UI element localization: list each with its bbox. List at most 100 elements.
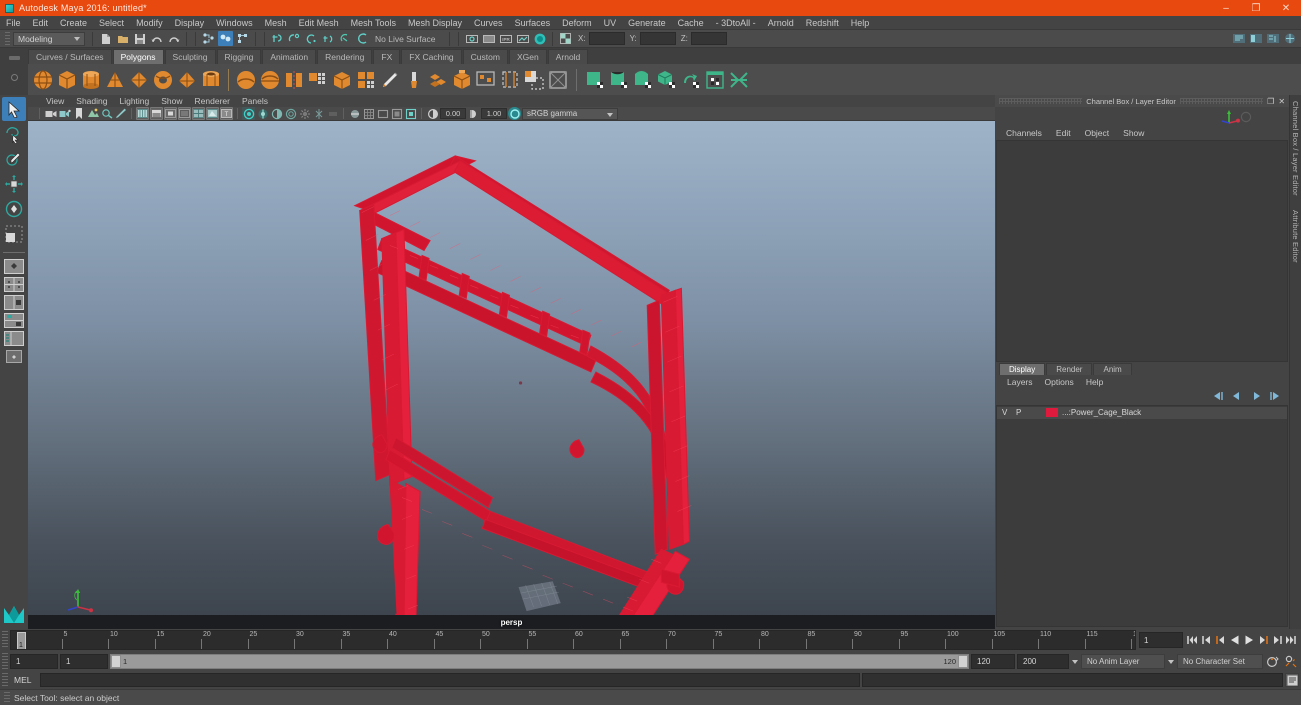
xray-joints-icon[interactable]: T bbox=[220, 107, 233, 120]
step-forward-frame-icon[interactable] bbox=[1256, 632, 1269, 648]
menu-deform[interactable]: Deform bbox=[556, 16, 598, 30]
vtab-channel-box-layer-editor[interactable]: Channel Box / Layer Editor bbox=[1291, 101, 1300, 196]
coord-x-input[interactable] bbox=[588, 32, 625, 45]
render-sequence-icon[interactable]: IPR bbox=[498, 31, 513, 46]
current-frame-field[interactable]: 1 bbox=[1139, 632, 1183, 648]
character-set-selector[interactable]: No Character Set bbox=[1177, 653, 1263, 669]
uv-unfold-icon[interactable] bbox=[680, 69, 702, 91]
two-pane-side-icon[interactable] bbox=[2, 294, 26, 311]
animation-preferences-icon[interactable] bbox=[1283, 653, 1299, 669]
snap-to-curve-icon[interactable] bbox=[287, 31, 302, 46]
tab-render[interactable]: Render bbox=[1046, 362, 1093, 375]
channel-box-menu-show[interactable]: Show bbox=[1116, 128, 1151, 138]
time-slider-grip[interactable] bbox=[2, 631, 8, 649]
snap-to-grid-icon[interactable] bbox=[270, 31, 285, 46]
display-layer-list[interactable]: V P ...:Power_Cage_Black bbox=[996, 404, 1288, 627]
undo-icon[interactable] bbox=[149, 31, 164, 46]
motion-blur-icon[interactable] bbox=[298, 107, 311, 120]
gamma-value[interactable]: 1.00 bbox=[481, 108, 507, 119]
close-icon[interactable]: ✕ bbox=[1278, 97, 1285, 106]
move-layer-up-icon[interactable] bbox=[1231, 388, 1243, 406]
depth-of-field-icon[interactable] bbox=[326, 107, 339, 120]
xray-icon[interactable] bbox=[206, 107, 219, 120]
play-backwards-icon[interactable] bbox=[1228, 632, 1241, 648]
isolate-select-icon[interactable] bbox=[348, 107, 361, 120]
channel-box-menu-edit[interactable]: Edit bbox=[1049, 128, 1078, 138]
hypergraph-layout-icon[interactable] bbox=[2, 348, 26, 365]
help-line-grip[interactable] bbox=[4, 691, 10, 704]
menu-uv[interactable]: UV bbox=[598, 16, 623, 30]
uv-editor-icon[interactable] bbox=[547, 69, 569, 91]
ipr-render-icon[interactable] bbox=[481, 31, 496, 46]
shelf-tab-arnold[interactable]: Arnold bbox=[547, 49, 589, 64]
shadows-icon[interactable] bbox=[270, 107, 283, 120]
layer-row[interactable]: V P ...:Power_Cage_Black bbox=[997, 406, 1287, 419]
go-to-end-icon[interactable] bbox=[1284, 632, 1297, 648]
two-d-pan-zoom-icon[interactable] bbox=[100, 107, 113, 120]
menu-set-selector[interactable]: Modeling bbox=[13, 31, 85, 46]
open-scene-icon[interactable] bbox=[115, 31, 130, 46]
new-scene-icon[interactable] bbox=[98, 31, 113, 46]
range-bar-right-handle[interactable] bbox=[958, 654, 968, 668]
select-by-object-type-icon[interactable] bbox=[218, 31, 233, 46]
auto-keyframe-icon[interactable] bbox=[1265, 653, 1281, 669]
resolution-gate-icon[interactable] bbox=[390, 107, 403, 120]
poly-sphere-icon[interactable] bbox=[32, 69, 54, 91]
shelf-tab-menu-icon[interactable] bbox=[8, 56, 20, 60]
viewport-menu-show[interactable]: Show bbox=[155, 96, 188, 106]
screen-space-ambient-occlusion-icon[interactable] bbox=[284, 107, 297, 120]
tab-anim[interactable]: Anim bbox=[1093, 362, 1132, 375]
use-default-lights-icon[interactable] bbox=[242, 107, 255, 120]
playback-start-field[interactable]: 1 bbox=[60, 653, 108, 669]
layer-color-swatch[interactable] bbox=[1046, 408, 1058, 417]
redo-icon[interactable] bbox=[166, 31, 181, 46]
shelf-tab-xgen[interactable]: XGen bbox=[508, 49, 547, 64]
layer-menu-layers[interactable]: Layers bbox=[1001, 377, 1039, 387]
menu-redshift[interactable]: Redshift bbox=[800, 16, 845, 30]
coord-z-input[interactable] bbox=[690, 32, 727, 45]
lasso-select-tool[interactable] bbox=[2, 122, 26, 146]
poly-plane-icon[interactable] bbox=[128, 69, 150, 91]
menu-edit[interactable]: Edit bbox=[27, 16, 55, 30]
menu-display[interactable]: Display bbox=[169, 16, 211, 30]
step-back-keyframe-icon[interactable] bbox=[1200, 632, 1213, 648]
layer-playback-toggle[interactable]: P bbox=[1016, 408, 1032, 417]
tab-display[interactable]: Display bbox=[999, 362, 1046, 375]
range-bar-left-handle[interactable] bbox=[111, 654, 121, 668]
exposure-value[interactable]: 0.00 bbox=[440, 108, 466, 119]
select-tool[interactable] bbox=[2, 97, 26, 121]
snap-to-point-icon[interactable] bbox=[304, 31, 319, 46]
flat-shade-icon[interactable] bbox=[178, 107, 191, 120]
time-slider-cursor[interactable]: 1 bbox=[17, 632, 26, 649]
menu-generate[interactable]: Generate bbox=[622, 16, 672, 30]
anim-layer-selector[interactable]: No Anim Layer bbox=[1081, 653, 1174, 669]
show-hide-channel-box-icon[interactable] bbox=[1282, 31, 1297, 46]
command-line-grip[interactable] bbox=[2, 673, 8, 687]
step-forward-keyframe-icon[interactable] bbox=[1270, 632, 1283, 648]
range-bar[interactable]: 1 120 bbox=[110, 653, 969, 669]
menu-mesh[interactable]: Mesh bbox=[259, 16, 293, 30]
shelf-options-menu-icon[interactable] bbox=[10, 74, 18, 81]
channel-box-menu-object[interactable]: Object bbox=[1078, 128, 1117, 138]
close-button[interactable]: ✕ bbox=[1271, 0, 1301, 16]
menu-create[interactable]: Create bbox=[54, 16, 93, 30]
poly-separate-icon[interactable] bbox=[259, 69, 281, 91]
wireframe-on-shaded-icon[interactable] bbox=[192, 107, 205, 120]
snap-to-projected-center-icon[interactable] bbox=[321, 31, 336, 46]
poly-reduce-icon[interactable] bbox=[427, 69, 449, 91]
poly-booleans-icon[interactable] bbox=[331, 69, 353, 91]
menu-windows[interactable]: Windows bbox=[210, 16, 259, 30]
poly-combine-icon[interactable] bbox=[235, 69, 257, 91]
viewport-3d[interactable]: persp bbox=[28, 121, 995, 629]
panel-drag-handle[interactable] bbox=[999, 98, 1083, 104]
poly-cylinder-icon[interactable] bbox=[80, 69, 102, 91]
command-result[interactable] bbox=[862, 673, 1283, 687]
persp-outliner-icon[interactable] bbox=[2, 330, 26, 347]
layer-visibility-toggle[interactable]: V bbox=[1002, 408, 1016, 417]
menu-help[interactable]: Help bbox=[845, 16, 876, 30]
poly-cube-icon[interactable] bbox=[56, 69, 78, 91]
rotate-tool[interactable] bbox=[2, 197, 26, 221]
anim-start-field[interactable]: 1 bbox=[10, 653, 58, 669]
shelf-tab-fx[interactable]: FX bbox=[373, 49, 401, 64]
select-by-component-type-icon[interactable] bbox=[235, 31, 250, 46]
